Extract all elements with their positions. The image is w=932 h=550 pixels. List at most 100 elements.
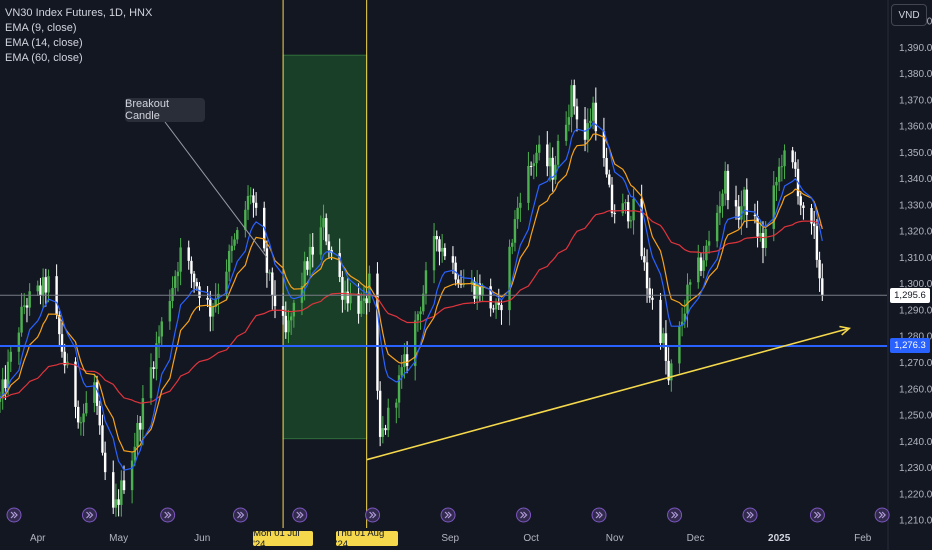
y-tick-label: 1,210.0 <box>899 516 932 527</box>
candle-body <box>130 460 134 491</box>
candle-body <box>707 241 711 246</box>
candle-body <box>416 314 420 321</box>
legend-ema9[interactable]: EMA (9, close) <box>5 21 152 36</box>
candle-body <box>376 273 379 391</box>
legend-ema60[interactable]: EMA (60, close) <box>5 51 152 66</box>
price-chart[interactable]: 1,400.01,390.01,380.01,370.01,360.01,350… <box>0 0 932 550</box>
candle-body <box>0 398 2 402</box>
highlight-start-date-label: Mon 01 Jul '24 <box>253 528 314 550</box>
candle-body <box>122 480 126 491</box>
candle-body <box>775 181 778 186</box>
event-icon <box>365 507 381 523</box>
candle-body <box>753 214 757 217</box>
y-tick-label: 1,320.0 <box>899 227 932 238</box>
candle-body <box>284 315 287 333</box>
candle-body <box>610 184 614 214</box>
candle-body <box>519 202 522 208</box>
candle-body <box>9 351 12 362</box>
candle-body <box>387 407 390 431</box>
event-icon <box>160 507 176 523</box>
candle-body <box>149 367 153 399</box>
candle-body <box>341 276 344 300</box>
candle-body <box>511 242 514 247</box>
x-tick-label: Dec <box>687 533 705 544</box>
highlight-zone <box>282 54 368 440</box>
candle-body <box>812 223 816 227</box>
x-tick-label: Sep <box>441 533 459 544</box>
last-price-label: 1,295.6 <box>890 287 930 303</box>
candle-body <box>227 250 231 272</box>
candle-body <box>556 140 560 165</box>
event-icon <box>81 507 97 523</box>
candle-body <box>648 288 651 298</box>
candle-body <box>101 425 104 453</box>
candle-body <box>114 499 118 508</box>
candle-body <box>233 239 236 246</box>
candle-body <box>715 212 719 242</box>
candle-body <box>155 343 158 369</box>
candle-body <box>664 333 668 361</box>
candle-body <box>594 102 598 132</box>
breakout-annotation[interactable]: Breakout Candle <box>125 98 205 122</box>
candle-body <box>432 236 436 271</box>
candle-body <box>249 195 252 197</box>
candle-body <box>168 300 172 322</box>
candle-body <box>532 163 536 166</box>
x-tick-label: Apr <box>30 533 46 544</box>
candle-body <box>764 228 767 248</box>
candle-body <box>85 402 88 414</box>
candle-body <box>4 379 7 389</box>
candle-body <box>44 277 48 293</box>
candle-body <box>174 276 177 288</box>
candle-body <box>112 472 115 508</box>
candle-body <box>761 233 765 248</box>
candle-body <box>688 282 692 285</box>
candle-body <box>400 367 403 376</box>
candle-body <box>575 106 579 120</box>
y-tick-label: 1,380.0 <box>899 69 932 80</box>
candle-body <box>25 305 29 308</box>
candle-body <box>179 247 182 272</box>
candle-body <box>629 220 633 222</box>
candle-body <box>311 246 314 255</box>
candle-body <box>780 166 784 168</box>
candle-body <box>589 120 592 124</box>
y-tick-label: 1,220.0 <box>899 489 932 500</box>
candle-body <box>206 297 209 300</box>
candle-body <box>36 285 39 292</box>
y-tick-label: 1,330.0 <box>899 200 932 211</box>
candle-body <box>306 261 309 270</box>
candle-body <box>500 304 503 311</box>
event-icon <box>440 507 456 523</box>
candle-body <box>726 170 730 201</box>
candle-body <box>529 165 533 167</box>
candle-body <box>799 196 802 206</box>
candle-body <box>759 233 762 237</box>
candle-body <box>645 262 649 289</box>
legend-title[interactable]: VN30 Index Futures, 1D, HNX <box>5 6 152 21</box>
candle-body <box>419 311 422 315</box>
candle-body <box>381 428 385 437</box>
x-tick-label: Oct <box>523 533 539 544</box>
candle-body <box>802 205 805 208</box>
candle-body <box>303 261 306 287</box>
candle-body <box>362 298 366 301</box>
legend-ema14[interactable]: EMA (14, close) <box>5 36 152 51</box>
candle-body <box>662 333 665 344</box>
candle-body <box>613 213 616 215</box>
candle-body <box>783 150 786 167</box>
event-icon <box>292 507 308 523</box>
candle-body <box>440 247 444 252</box>
candle-body <box>659 299 662 344</box>
candle-body <box>357 293 360 314</box>
candle-body <box>626 202 630 222</box>
candle-body <box>624 202 627 204</box>
event-icon <box>667 507 683 523</box>
currency-button[interactable]: VND <box>891 4 927 26</box>
x-tick-label: Feb <box>854 533 872 544</box>
candle-body <box>160 321 163 337</box>
candle-body <box>265 248 269 273</box>
candle-body <box>176 271 180 277</box>
candle-body <box>136 422 139 447</box>
candle-body <box>254 202 258 208</box>
